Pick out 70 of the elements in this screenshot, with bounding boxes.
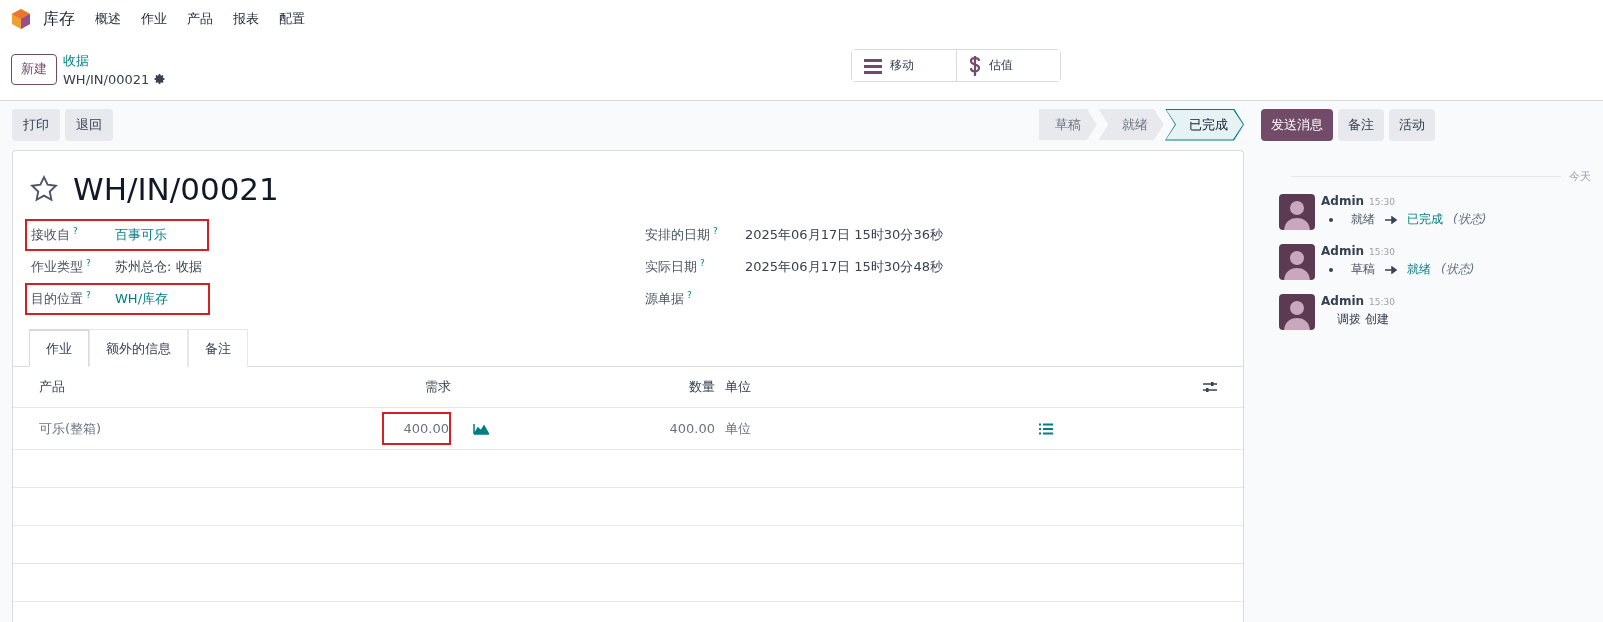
bullet-icon — [1329, 217, 1333, 222]
table-cell-text: 单位 — [724, 419, 752, 438]
chatter-button[interactable]: 活动 — [1389, 108, 1435, 141]
menu-item[interactable]: 配置 — [279, 10, 305, 28]
table-cell-text: 可乐(整箱) — [38, 419, 103, 438]
menu-item[interactable]: 产品 — [187, 10, 213, 28]
field-label: 源单据 $^{?}$ — [645, 290, 693, 308]
table-cell-text: 400.00 — [668, 421, 715, 436]
table-cell: 400.00 — [381, 412, 451, 445]
avatar-icon — [1279, 294, 1315, 330]
column-header: 需求 — [424, 378, 451, 396]
forecast-chart-icon[interactable] — [473, 422, 489, 435]
list-icon — [864, 57, 882, 74]
field-label: 安排的日期 $^{?}$ — [645, 226, 719, 244]
new-value: 已完成 — [1407, 211, 1443, 228]
field-value: 2025年06月17日 15时30分48秒 — [745, 258, 943, 276]
column-header: 单位 — [724, 378, 752, 396]
author-name: Admin — [1321, 194, 1365, 208]
field-link[interactable]: 百事可乐 — [115, 226, 167, 244]
date-separator: 今天 — [1569, 169, 1591, 184]
message-text: 调拨 创建 — [1336, 311, 1390, 328]
bullet-icon — [1329, 267, 1333, 272]
column-settings-icon[interactable] — [1203, 380, 1217, 394]
details-list-icon[interactable] — [1039, 422, 1053, 435]
field-value: 苏州总仓: 收据 — [115, 258, 202, 276]
old-value: 草稿 — [1351, 261, 1375, 278]
settings-icon[interactable] — [154, 73, 167, 85]
record-name: WH/IN/00021 — [63, 71, 150, 87]
chatter-button[interactable]: 备注 — [1338, 108, 1384, 141]
app-logo-icon[interactable] — [11, 8, 31, 30]
author-name: Admin — [1321, 244, 1365, 258]
field-label: 目的位置 $^{?}$ — [31, 290, 92, 308]
field-value: 2025年06月17日 15时30分36秒 — [745, 226, 943, 244]
field-link[interactable]: WH/库存 — [115, 290, 168, 308]
field-name: (状态) — [1453, 211, 1487, 228]
smart-button[interactable]: 估值 — [956, 50, 1060, 81]
breadcrumb-link[interactable]: 收据 — [63, 51, 167, 70]
menu-item[interactable]: 概述 — [95, 10, 121, 28]
menu-item[interactable]: 报表 — [233, 10, 259, 28]
menu-item[interactable]: 作业 — [141, 10, 167, 28]
star-icon[interactable] — [29, 174, 59, 204]
chatter-button[interactable]: 发送消息 — [1261, 108, 1333, 141]
tab[interactable]: 额外的信息 — [89, 329, 188, 367]
message-time: 15:30 — [1369, 297, 1395, 307]
column-header: 数量 — [688, 378, 715, 396]
new-value: 就绪 — [1407, 261, 1431, 278]
arrow-icon — [1385, 265, 1397, 274]
arrow-icon — [1385, 215, 1397, 224]
field-name: (状态) — [1441, 261, 1475, 278]
tab[interactable]: 作业 — [29, 329, 89, 367]
author-name: Admin — [1321, 294, 1365, 308]
tab[interactable]: 备注 — [188, 329, 248, 367]
old-value: 就绪 — [1351, 211, 1375, 228]
column-header: 产品 — [38, 378, 66, 396]
action-button[interactable]: 打印 — [12, 108, 60, 141]
field-label: 接收自 $^{?}$ — [31, 226, 79, 244]
message-time: 15:30 — [1369, 197, 1395, 207]
action-button[interactable]: 退回 — [65, 108, 113, 141]
app-name[interactable]: 库存 — [43, 8, 75, 30]
avatar-icon — [1279, 244, 1315, 280]
new-button[interactable]: 新建 — [11, 53, 57, 85]
dollar-icon — [969, 54, 981, 77]
record-title: WH/IN/00021 — [73, 171, 279, 207]
message-time: 15:30 — [1369, 247, 1395, 257]
field-label: 作业类型 $^{?}$ — [31, 258, 92, 276]
avatar-icon — [1279, 194, 1315, 230]
status-stage[interactable]: 草稿 — [1039, 108, 1097, 141]
field-label: 实际日期 $^{?}$ — [645, 258, 706, 276]
status-stage[interactable]: 就绪 — [1098, 108, 1164, 141]
status-stage[interactable]: 已完成 — [1165, 108, 1244, 141]
